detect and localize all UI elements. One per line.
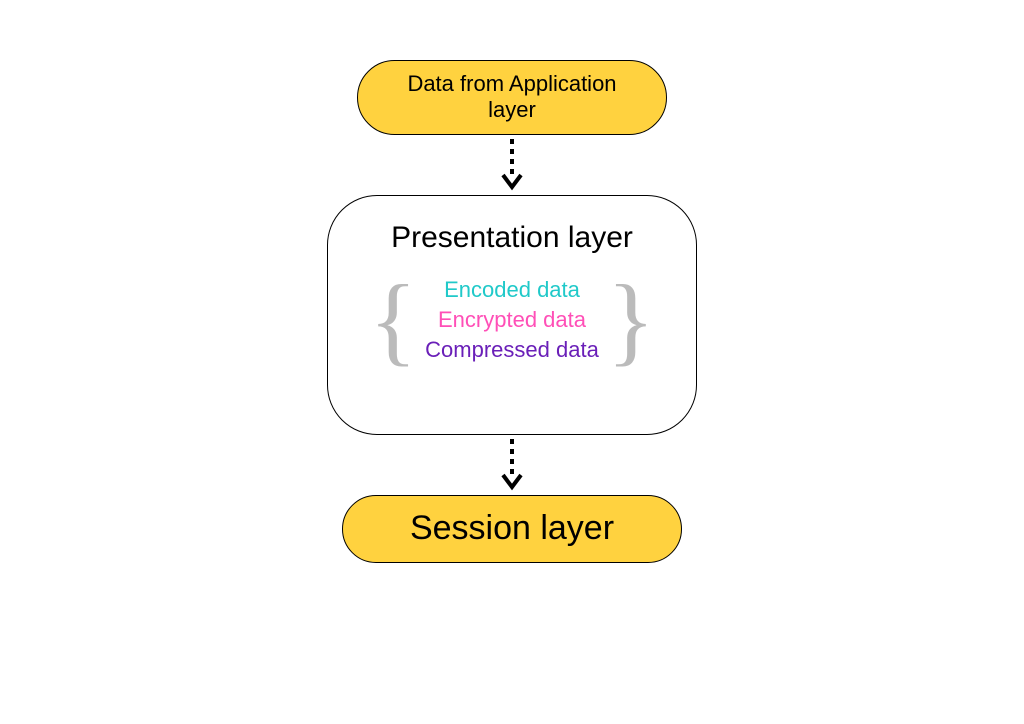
compressed-data-label: Compressed data xyxy=(425,337,599,363)
arrow-down-icon xyxy=(500,137,524,193)
arrow-top xyxy=(500,135,524,195)
application-layer-box: Data from Application layer xyxy=(357,60,667,135)
application-layer-label: Data from Application layer xyxy=(388,71,636,124)
right-brace-icon: } xyxy=(607,270,655,370)
brace-group: { Encoded data Encrypted data Compressed… xyxy=(369,270,655,370)
presentation-layer-box: Presentation layer { Encoded data Encryp… xyxy=(327,195,697,435)
left-brace-icon: { xyxy=(369,270,417,370)
data-transform-list: Encoded data Encrypted data Compressed d… xyxy=(425,277,599,363)
presentation-layer-title: Presentation layer xyxy=(391,221,633,255)
encrypted-data-label: Encrypted data xyxy=(438,307,586,333)
session-layer-label: Session layer xyxy=(410,509,614,548)
session-layer-box: Session layer xyxy=(342,495,682,563)
arrow-bottom xyxy=(500,435,524,495)
encoded-data-label: Encoded data xyxy=(444,277,580,303)
arrow-down-icon xyxy=(500,437,524,493)
